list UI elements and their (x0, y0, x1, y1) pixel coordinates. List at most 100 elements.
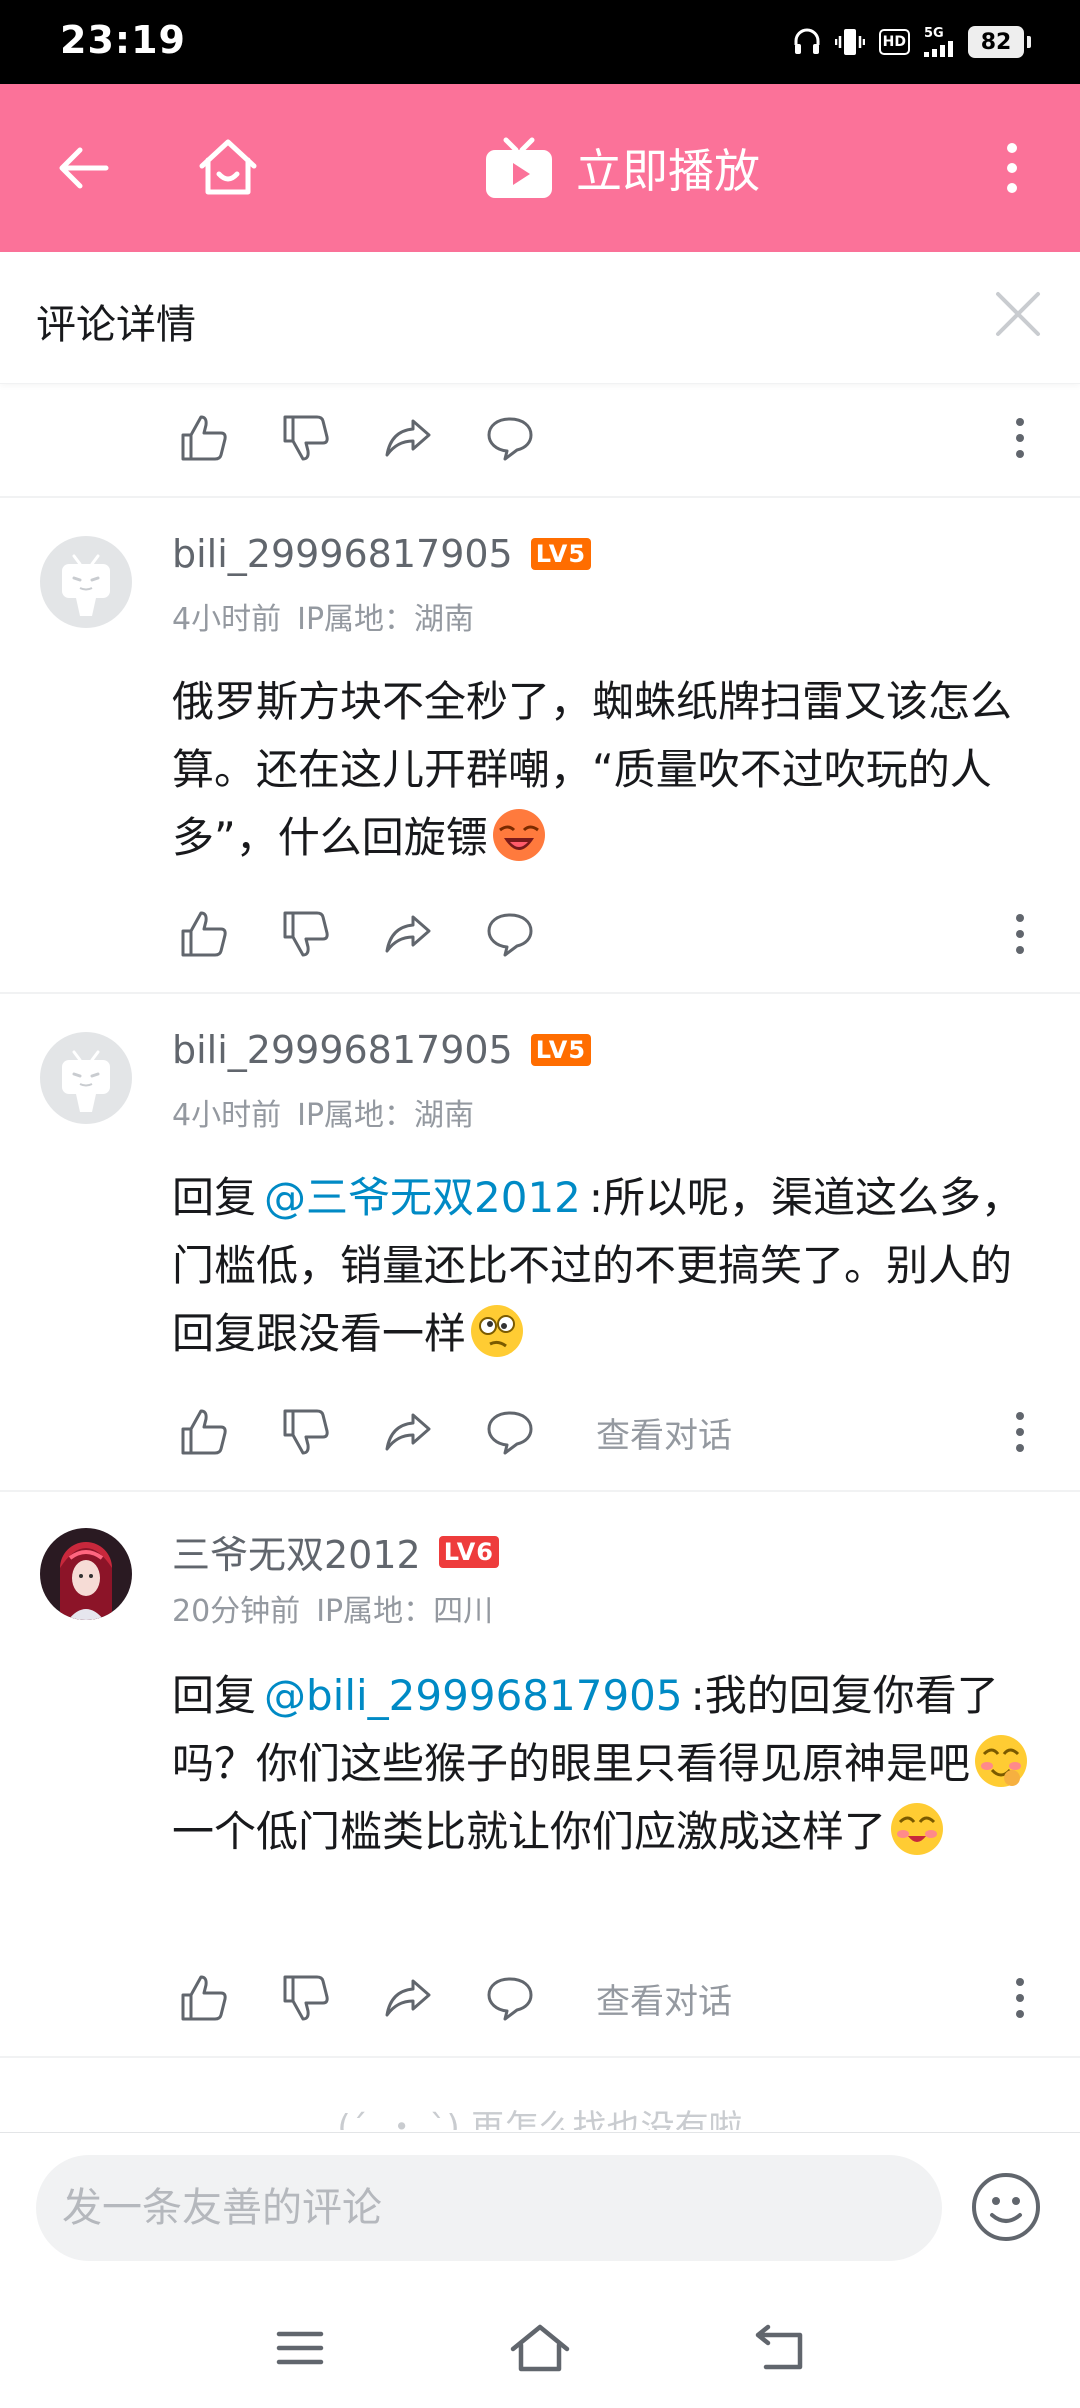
system-navigation-bar (0, 2284, 1080, 2408)
user-avatar-image (40, 1528, 132, 1620)
comment-text: 回复 @三爷无双2012:所以呢，渠道这么多，门槛低，销量还比不过的不更搞笑了。别… (172, 1164, 1042, 1368)
comment-composer (0, 2132, 1080, 2284)
thumbs-up-icon (181, 1975, 227, 2021)
share-button[interactable] (376, 1400, 440, 1464)
dislike-button[interactable] (274, 406, 338, 470)
arrow-left-icon (59, 147, 109, 189)
comment-username-row: bili_29996817905 LV5 (172, 532, 592, 576)
comment-input[interactable] (36, 2155, 942, 2261)
default-avatar-icon (40, 1032, 132, 1124)
share-button[interactable] (376, 406, 440, 470)
comment-meta: 20分钟前 IP属地：四川 (172, 1586, 493, 1630)
battery-level: 82 (980, 29, 1012, 55)
avatar[interactable] (40, 1528, 132, 1620)
username[interactable]: bili_29996817905 (172, 532, 513, 576)
comment-username-row: bili_29996817905 LV5 (172, 1028, 592, 1072)
share-button[interactable] (376, 1966, 440, 2030)
comment-body-continued: 一个低门槛类比就让你们应激成这样了 (172, 1807, 887, 1856)
comment-more-button[interactable] (1000, 406, 1040, 470)
divider (0, 1490, 1080, 1492)
like-button[interactable] (172, 1966, 236, 2030)
view-conversation-link[interactable]: 查看对话 (596, 1974, 732, 2023)
more-vertical-icon (1016, 914, 1024, 954)
close-icon (996, 292, 1040, 336)
top-nav: 立即播放 (0, 84, 1080, 252)
comment-body: 俄罗斯方块不全秒了，蜘蛛纸牌扫雷又该怎么算。还在这儿开群嘲，“质量吹不过吹玩的人… (172, 677, 1013, 862)
status-icons: HD 5G 82 (793, 22, 1031, 62)
thumbs-up-icon (181, 1409, 227, 1455)
reply-button[interactable] (478, 1400, 542, 1464)
level-badge: LV6 (438, 1535, 499, 1568)
thumbs-up-icon (181, 911, 227, 957)
share-icon (385, 1413, 431, 1451)
recent-apps-button[interactable] (264, 2312, 336, 2384)
comment-ip: IP属地：湖南 (297, 602, 475, 637)
comment-more-button[interactable] (1000, 902, 1040, 966)
home-outline-icon (510, 2324, 570, 2372)
share-icon (385, 419, 431, 457)
view-conversation-link[interactable]: 查看对话 (596, 1408, 732, 1457)
username[interactable]: bili_29996817905 (172, 1028, 513, 1072)
like-button[interactable] (172, 902, 236, 966)
laughing-emoji-icon (492, 809, 545, 861)
comment-username-row: 三爷无双2012 LV6 (172, 1524, 499, 1579)
level-badge: LV5 (530, 1034, 592, 1066)
home-button[interactable] (192, 132, 264, 204)
comment-ip: IP属地：湖南 (297, 1098, 475, 1133)
emoji-button[interactable] (968, 2169, 1044, 2245)
like-button[interactable] (172, 1400, 236, 1464)
more-vertical-icon (1007, 143, 1017, 193)
back-return-icon (755, 2324, 803, 2370)
chat-bubble-icon (487, 1411, 533, 1455)
avatar[interactable] (40, 1032, 132, 1124)
thumbs-down-icon (283, 415, 329, 461)
more-options-button[interactable] (980, 136, 1044, 200)
reply-prefix: 回复 (172, 1173, 257, 1222)
avatar[interactable] (40, 536, 132, 628)
status-bar: 23:19 HD 5G 82 (0, 0, 1080, 84)
vibrate-icon (834, 26, 865, 58)
dislike-button[interactable] (274, 902, 338, 966)
like-button[interactable] (172, 406, 236, 470)
giggle-emoji-icon (891, 1803, 944, 1855)
comment-time: 4小时前 (172, 602, 282, 637)
comment-time: 20分钟前 (172, 1594, 301, 1629)
chat-bubble-icon (487, 417, 533, 461)
back-button[interactable] (52, 136, 116, 200)
default-avatar-icon (40, 536, 132, 628)
page-title: 评论详情 (36, 302, 196, 348)
comment-time: 4小时前 (172, 1098, 282, 1133)
reply-button[interactable] (478, 1966, 542, 2030)
mention-link[interactable]: @三爷无双2012 (264, 1173, 581, 1222)
home-nav-button[interactable] (504, 2312, 576, 2384)
menu-icon (276, 2331, 324, 2365)
share-button[interactable] (376, 902, 440, 966)
status-time: 23:19 (60, 18, 186, 62)
thumbs-up-icon (181, 415, 227, 461)
thumbs-down-icon (283, 911, 329, 957)
play-now-button[interactable]: 立即播放 (484, 130, 760, 206)
comment-actions: 查看对话 (172, 1400, 1052, 1464)
dislike-button[interactable] (274, 1400, 338, 1464)
reply-prefix: 回复 (172, 1671, 257, 1720)
reply-button[interactable] (478, 902, 542, 966)
reply-button[interactable] (478, 406, 542, 470)
thumbs-down-icon (283, 1409, 329, 1455)
comment-text: 回复 @bili_29996817905:我的回复你看了吗？你们这些猴子的眼里只看… (172, 1662, 1042, 1866)
username[interactable]: 三爷无双2012 (172, 1524, 421, 1579)
dislike-button[interactable] (274, 1966, 338, 2030)
close-button[interactable] (986, 282, 1050, 346)
chat-bubble-icon (487, 1977, 533, 2021)
back-nav-button[interactable] (744, 2312, 816, 2384)
home-icon (199, 139, 257, 195)
more-vertical-icon (1016, 418, 1024, 458)
signal-icon: 5G (924, 27, 954, 57)
comment-more-button[interactable] (1000, 1400, 1040, 1464)
comment-more-button[interactable] (1000, 1966, 1040, 2030)
divider (0, 2056, 1080, 2058)
battery-icon: 82 (968, 26, 1031, 58)
comment-detail-header: 评论详情 (0, 252, 1080, 384)
headphones-icon (793, 27, 821, 57)
comment-actions (172, 902, 1052, 966)
mention-link[interactable]: @bili_29996817905 (264, 1671, 683, 1720)
